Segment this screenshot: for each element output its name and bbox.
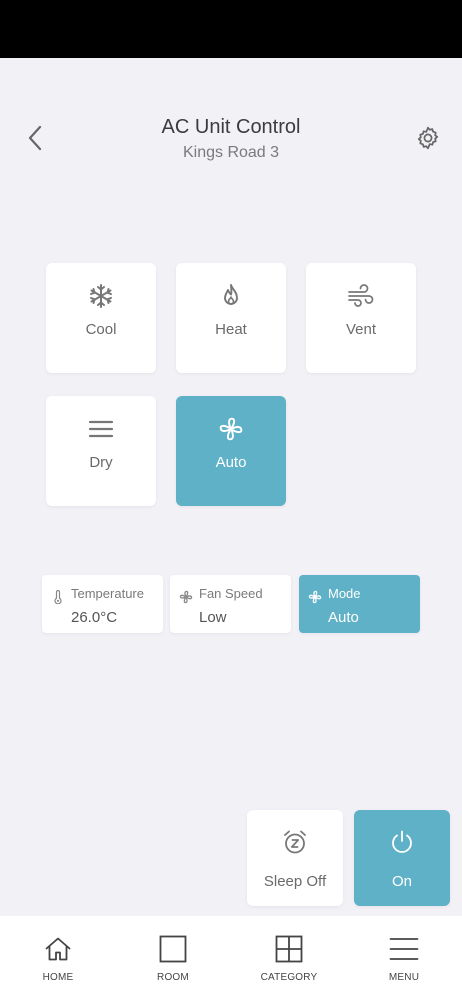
power-icon [388, 828, 416, 856]
thermometer-icon [54, 590, 62, 604]
nav-label: HOME [42, 972, 74, 983]
nav-label: CATEGORY [260, 972, 318, 983]
mode-label: Dry [89, 454, 113, 471]
fan-speed-card[interactable]: Fan Speed Low [170, 575, 291, 633]
mode-label: Heat [215, 321, 247, 338]
flame-icon [216, 281, 246, 311]
header: AC Unit Control Kings Road 3 [0, 58, 462, 178]
mode-label: Cool [85, 321, 117, 338]
page-title: AC Unit Control [161, 116, 301, 138]
grid-icon [274, 934, 304, 964]
nav-room[interactable]: ROOM [115, 916, 231, 1000]
bottom-nav: HOME ROOM CATEGORY MENU [0, 916, 462, 1000]
mode-cool-button[interactable]: Cool [46, 263, 156, 373]
lines-icon [86, 414, 116, 444]
menu-icon [389, 934, 419, 964]
nav-menu[interactable]: MENU [346, 916, 462, 1000]
nav-category[interactable]: CATEGORY [231, 916, 347, 1000]
fan-icon [308, 590, 322, 604]
nav-label: ROOM [157, 972, 189, 983]
temperature-value: 26.0°C [71, 609, 118, 626]
mode-vent-button[interactable]: Vent [306, 263, 416, 373]
fan-speed-value: Low [199, 609, 227, 626]
settings-button[interactable] [414, 124, 442, 152]
fan-icon [216, 414, 246, 444]
wind-icon [346, 281, 376, 311]
mode-value: Auto [328, 609, 359, 626]
alarm-clock-icon [281, 828, 309, 856]
snowflake-icon [86, 281, 116, 311]
status-bar [0, 0, 462, 58]
home-icon [43, 934, 73, 964]
mode-label: Mode [328, 586, 361, 601]
mode-card[interactable]: Mode Auto [299, 575, 420, 633]
power-button[interactable]: On [354, 810, 450, 906]
mode-dry-button[interactable]: Dry [46, 396, 156, 506]
mode-label: Auto [215, 454, 247, 471]
mode-label: Vent [345, 321, 377, 338]
nav-home[interactable]: HOME [0, 916, 116, 1000]
gear-icon [417, 126, 439, 150]
mode-heat-button[interactable]: Heat [176, 263, 286, 373]
square-icon [158, 934, 188, 964]
page-subtitle: Kings Road 3 [182, 144, 280, 161]
sleep-label: Sleep Off [263, 873, 327, 890]
fan-icon [179, 590, 193, 604]
mode-auto-button[interactable]: Auto [176, 396, 286, 506]
temperature-label: Temperature [71, 586, 144, 601]
nav-label: MENU [388, 972, 420, 983]
fan-speed-label: Fan Speed [199, 586, 263, 601]
power-label: On [391, 873, 412, 890]
temperature-card[interactable]: Temperature 26.0°C [42, 575, 163, 633]
sleep-button[interactable]: Sleep Off [247, 810, 343, 906]
